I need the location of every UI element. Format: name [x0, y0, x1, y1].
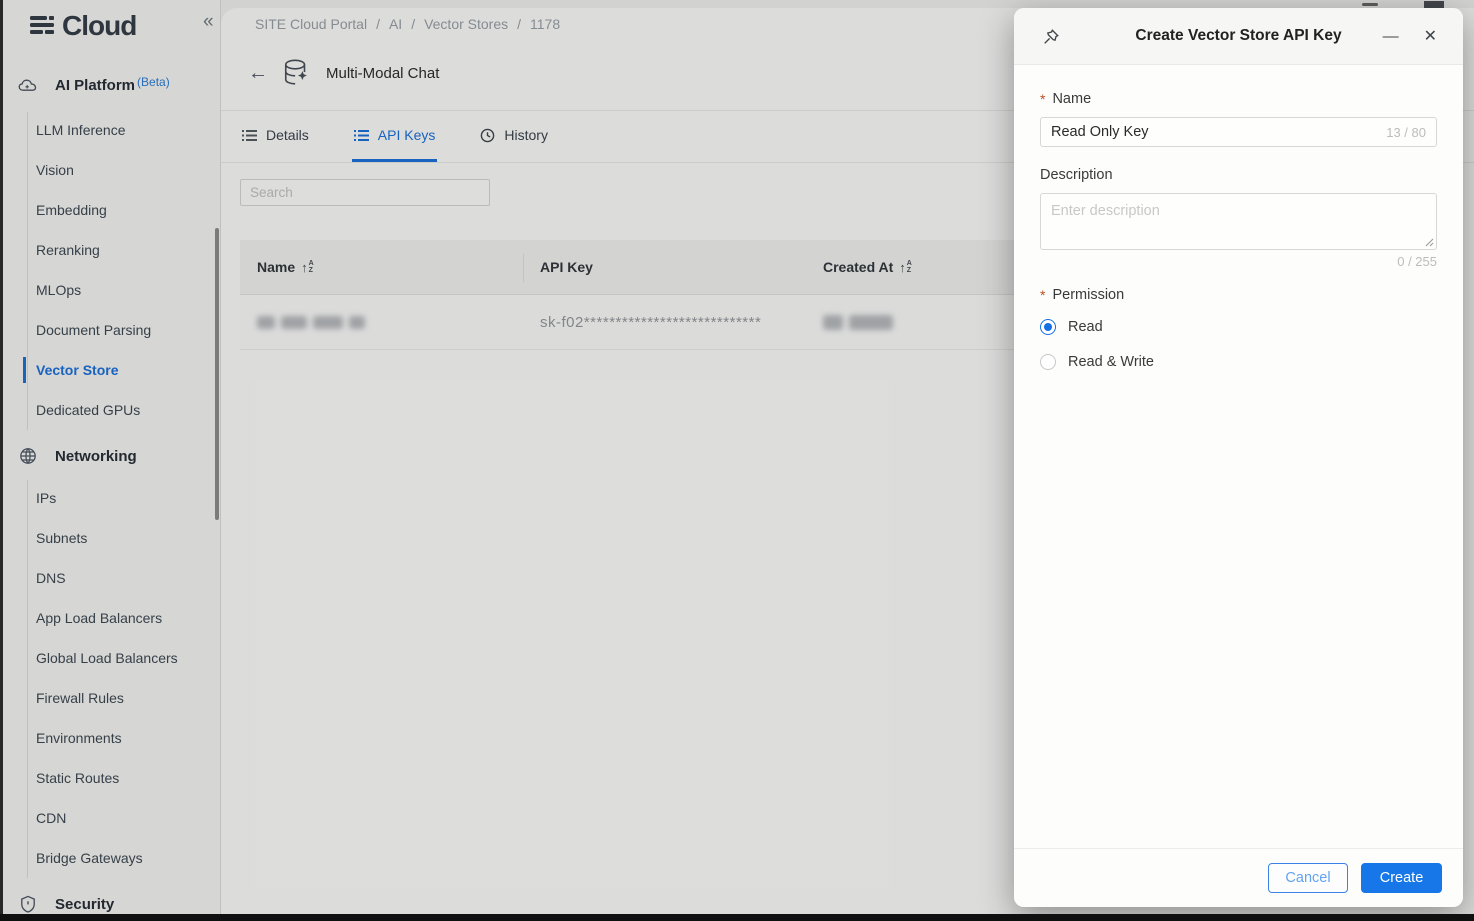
sidebar-item-static-routes[interactable]: Static Routes — [3, 758, 220, 798]
sidebar-item-global-load-balancers[interactable]: Global Load Balancers — [3, 638, 220, 678]
permission-field-label: * Permission — [1040, 287, 1125, 303]
section-label: AI Platform — [55, 77, 136, 94]
create-button[interactable]: Create — [1361, 863, 1442, 893]
sidebar-item-cdn[interactable]: CDN — [3, 798, 220, 838]
breadcrumb-item[interactable]: Vector Stores — [424, 16, 508, 32]
tab-label: Details — [266, 127, 309, 143]
description-field-label: Description — [1040, 167, 1113, 183]
page-title: Multi-Modal Chat — [326, 64, 440, 82]
sidebar-item-dedicated-gpus[interactable]: Dedicated GPUs — [3, 390, 220, 430]
sidebar-item-mlops[interactable]: MLOps — [3, 270, 220, 310]
cloud-icon — [17, 75, 39, 97]
tab-label: API Keys — [377, 127, 436, 143]
sidebar-item-embedding[interactable]: Embedding — [3, 190, 220, 230]
breadcrumb-item[interactable]: AI — [389, 16, 402, 32]
permission-option-read[interactable]: Read — [1040, 316, 1437, 338]
section-label: Security — [55, 895, 115, 913]
screen-bottom-edge — [0, 914, 1474, 921]
sidebar-item-ips[interactable]: IPs — [3, 478, 220, 518]
sidebar-section-ai-platform[interactable]: AI Platform (Beta) — [17, 75, 170, 97]
description-placeholder: Enter description — [1051, 203, 1160, 219]
screen-left-edge — [0, 0, 3, 921]
cell-api-key: sk-f02**************************** — [540, 313, 762, 331]
search-input[interactable] — [240, 179, 490, 206]
column-separator — [523, 254, 524, 282]
redacted-text-blob — [257, 315, 365, 329]
brand-logo-icon — [28, 13, 58, 40]
breadcrumb-separator: / — [376, 16, 380, 32]
tab-bar: Details API Keys History — [240, 111, 550, 162]
description-textarea[interactable]: Enter description — [1040, 193, 1437, 250]
sidebar-item-reranking[interactable]: Reranking — [3, 230, 220, 270]
tab-history[interactable]: History — [478, 111, 550, 162]
close-icon[interactable]: ✕ — [1424, 28, 1437, 45]
clock-icon — [480, 128, 495, 143]
collapse-sidebar-icon[interactable]: « — [203, 11, 214, 33]
sidebar-item-firewall-rules[interactable]: Firewall Rules — [3, 678, 220, 718]
sidebar-item-dns[interactable]: DNS — [3, 558, 220, 598]
column-header-api-key: API Key — [540, 259, 593, 275]
breadcrumb-item: 1178 — [530, 16, 561, 32]
resize-grip-icon[interactable] — [1425, 238, 1434, 247]
brand-logo-text: Cloud — [62, 10, 137, 41]
sidebar-item-subnets[interactable]: Subnets — [3, 518, 220, 558]
sidebar-item-bridge-gateways[interactable]: Bridge Gateways — [3, 838, 220, 878]
column-header-name[interactable]: Name ↑ AZ — [240, 259, 523, 275]
radio-selected-icon[interactable] — [1040, 319, 1056, 335]
sidebar-item-vision[interactable]: Vision — [3, 150, 220, 190]
section-label: Networking — [55, 447, 137, 465]
radio-unselected-icon[interactable] — [1040, 354, 1056, 370]
sort-icon[interactable]: ↑ AZ — [899, 260, 912, 274]
description-char-counter: 0 / 255 — [1397, 254, 1437, 269]
list-icon — [242, 129, 257, 142]
sidebar-item-llm-inference[interactable]: LLM Inference — [3, 110, 220, 150]
sidebar-item-app-load-balancers[interactable]: App Load Balancers — [3, 598, 220, 638]
sort-icon[interactable]: ↑ AZ — [301, 260, 314, 274]
modal-footer: Cancel Create — [1014, 848, 1463, 907]
sidebar-scrollbar-thumb[interactable] — [215, 228, 219, 520]
shield-icon — [17, 893, 39, 915]
sidebar: Cloud AI Platform (Beta) LLM Inference Vi… — [3, 0, 221, 921]
sidebar-item-document-parsing[interactable]: Document Parsing — [3, 310, 220, 350]
name-field: 13 / 80 — [1040, 117, 1437, 147]
sidebar-section-networking[interactable]: Networking — [17, 445, 137, 467]
beta-badge: (Beta) — [137, 75, 170, 89]
tab-label: History — [504, 127, 548, 143]
tab-details[interactable]: Details — [240, 111, 311, 162]
name-char-counter: 13 / 80 — [1386, 124, 1426, 140]
minimize-icon[interactable]: — — [1383, 28, 1399, 45]
required-asterisk: * — [1040, 91, 1046, 107]
sidebar-section-security[interactable]: Security — [17, 893, 114, 915]
permission-option-read-write[interactable]: Read & Write — [1040, 351, 1437, 373]
back-icon[interactable]: ← — [248, 62, 268, 85]
breadcrumb-separator: / — [517, 16, 522, 32]
hidden-toolbar-fragment — [1362, 3, 1378, 6]
breadcrumb: SITE Cloud Portal / AI / Vector Stores /… — [255, 16, 560, 32]
brand-logo[interactable]: Cloud — [28, 10, 137, 42]
sidebar-item-vector-store[interactable]: Vector Store — [3, 350, 220, 390]
name-field-label: * Name — [1040, 91, 1092, 107]
redacted-text-blob — [823, 314, 893, 330]
globe-icon — [17, 445, 39, 467]
list-icon — [353, 129, 369, 142]
cell-name-redacted — [240, 315, 523, 329]
name-input[interactable] — [1051, 124, 1387, 140]
cancel-button[interactable]: Cancel — [1268, 863, 1348, 893]
create-api-key-modal: Create Vector Store API Key — ✕ * Name 1… — [1014, 8, 1463, 907]
sidebar-item-environments[interactable]: Environments — [3, 718, 220, 758]
breadcrumb-separator: / — [411, 16, 416, 32]
vector-store-icon — [281, 58, 313, 88]
required-asterisk: * — [1040, 287, 1046, 303]
breadcrumb-item[interactable]: SITE Cloud Portal — [255, 16, 367, 32]
tab-api-keys[interactable]: API Keys — [351, 111, 438, 162]
hidden-toolbar-fragment — [1424, 1, 1444, 8]
modal-header: Create Vector Store API Key — ✕ — [1014, 8, 1463, 65]
